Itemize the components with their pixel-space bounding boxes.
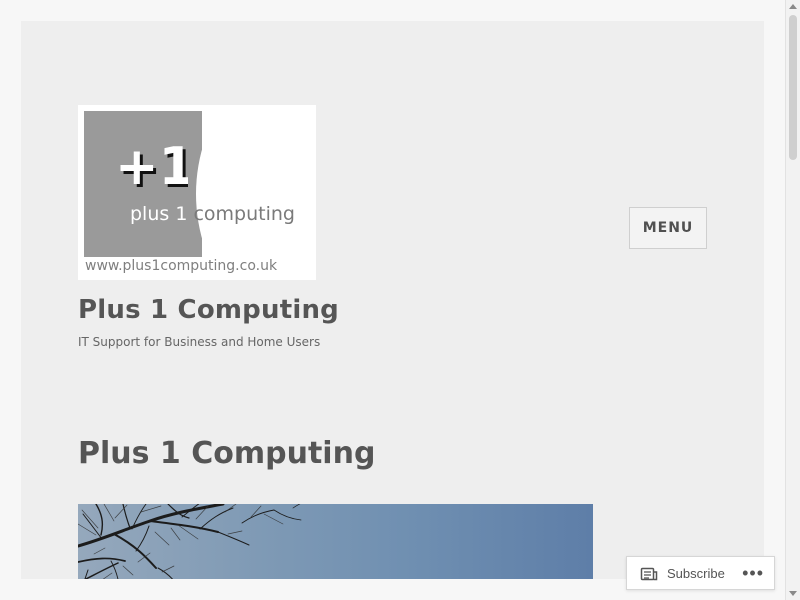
logo-url-text: www.plus1computing.co.uk	[85, 258, 278, 274]
logo-curve-shape	[196, 105, 316, 280]
subscribe-button[interactable]: Subscribe	[667, 566, 725, 581]
tree-branches-illustration	[78, 504, 302, 579]
site-tagline: IT Support for Business and Home Users	[78, 335, 321, 349]
page-heading: Plus 1 Computing	[78, 436, 376, 471]
plus-one-logo-icon: +1 +1	[118, 137, 188, 200]
logo-plus-one: +1	[118, 137, 188, 197]
scroll-up-arrow-icon[interactable]	[789, 4, 797, 9]
subscribe-icon	[640, 566, 658, 581]
vertical-scrollbar[interactable]	[785, 0, 800, 600]
site-title[interactable]: Plus 1 Computing	[78, 295, 339, 325]
reader-icon	[640, 567, 658, 581]
scrollbar-thumb[interactable]	[789, 15, 797, 160]
page: +1 +1 plus 1 computing www.plus1computin…	[0, 0, 800, 600]
scroll-down-arrow-icon[interactable]	[789, 591, 797, 596]
logo-brand-light: plus 1	[130, 203, 188, 225]
more-options-icon[interactable]: •••	[742, 564, 764, 582]
site-logo[interactable]: +1 +1 plus 1 computing www.plus1computin…	[78, 105, 316, 280]
logo-brand-text: plus 1 computing	[130, 203, 295, 225]
tree-branches	[78, 504, 302, 579]
hero-image-tree-sky	[78, 504, 593, 579]
logo-brand-dark: computing	[193, 203, 295, 225]
menu-button[interactable]: MENU	[629, 207, 707, 249]
subscribe-widget[interactable]: Subscribe •••	[626, 556, 775, 590]
main-content-card: +1 +1 plus 1 computing www.plus1computin…	[21, 21, 764, 579]
